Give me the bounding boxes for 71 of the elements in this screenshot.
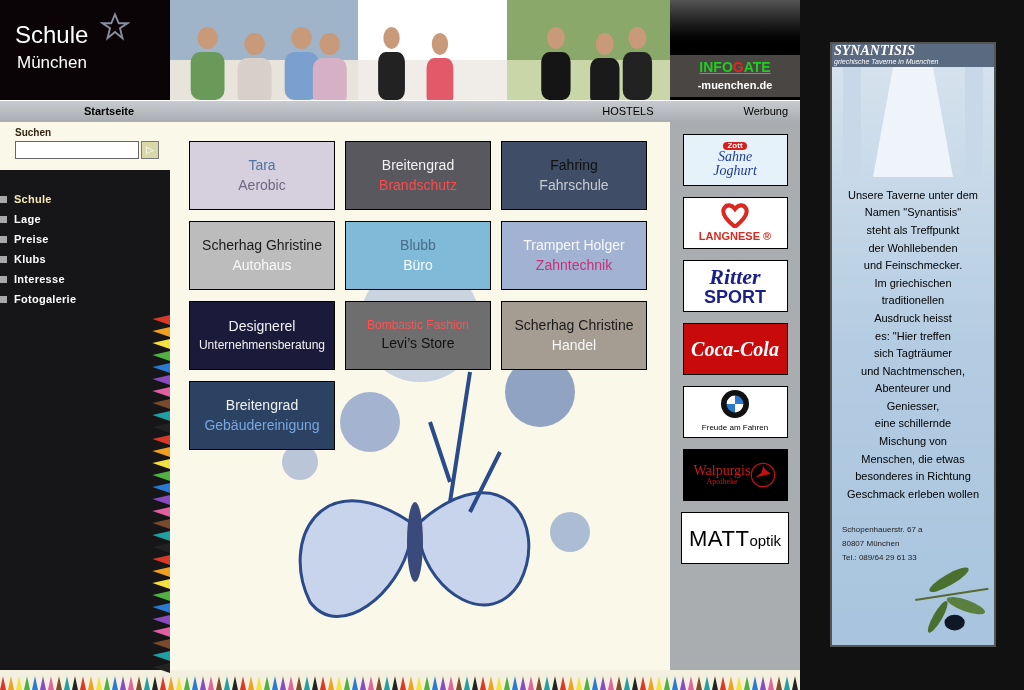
menu-item[interactable]: Interesse [0, 272, 65, 286]
nav-link[interactable]: Startseite [84, 103, 135, 120]
menu-item[interactable]: Schule [0, 192, 52, 206]
logo-text: LANGNESE ® [698, 228, 772, 244]
logo-text: Coca-Cola [691, 337, 779, 362]
tile-title: Bombastic Fashion [366, 318, 469, 334]
star-icon [100, 12, 130, 42]
tile-title: Designerel [228, 318, 296, 336]
heart-icon [718, 201, 752, 228]
infogate-domain: -muenchen.de [697, 77, 773, 93]
ad-banner[interactable]: Walpurgis Apotheke [682, 449, 788, 501]
menu-item[interactable]: Klubs [0, 252, 46, 266]
logo-text: Zott [723, 142, 747, 150]
ad-description: Unsere Taverne unter dem Namen "Synantisis" steht als Treffpunkt der Wohllebenden und Feinschmecker. Im griechischen traditionellen Ausdruck heisst es: "Hier treffen sich Tagträumer und Nachtmenschen, Abenteurer und Geniesser, eine schillernde Mischung von Menschen, die etwas besonderes in Richtung Geschmack erleben wollen [846, 187, 980, 502]
logo-subtitle: München [16, 52, 87, 74]
tile-title: Trampert Holger [523, 237, 625, 255]
nav-link[interactable]: HOSTELS [602, 103, 654, 120]
nav-link[interactable]: Werbung [743, 103, 788, 120]
logo-title: Schule [15, 20, 89, 50]
infogate-logo[interactable]: INFOGATE -muenchen.de [670, 55, 800, 97]
logo-text: MATT [688, 524, 750, 553]
tile-title: Blubb [400, 237, 436, 255]
ad-banner[interactable]: MATToptik [681, 512, 789, 564]
tile-subtitle: Aerobic [238, 176, 286, 194]
business-tile[interactable]: Designerel Unternehmensberatung [189, 301, 335, 370]
ad-banner[interactable]: Ritter SPORT [682, 260, 788, 312]
infogate-title: INFOGATE [699, 59, 771, 77]
tile-title: Tara [248, 157, 276, 175]
business-tile[interactable]: Breitengrad Gebäudereinigung [189, 381, 335, 450]
business-tile[interactable]: Fahring Fahrschule [501, 141, 647, 210]
tile-subtitle: Handel [551, 336, 597, 354]
tile-subtitle: Gebäudereinigung [204, 416, 320, 434]
tile-title: Scherhag Christine [514, 317, 634, 335]
tile-subtitle: Autohaus [232, 256, 292, 274]
business-tile[interactable]: Tara Aerobic [189, 141, 335, 210]
business-tile[interactable]: Scherhag Ghristine Autohaus [189, 221, 335, 290]
ad-banner[interactable]: Coca-Cola [682, 323, 788, 375]
menu-item[interactable]: Preise [0, 232, 49, 246]
menu-item[interactable]: Fotogalerie [0, 292, 77, 306]
ad-address: Schopenhauerstr. 67 a 80807 München Tel.: 089/64 29 61 33 [841, 524, 923, 565]
tile-title: Breitengrad [225, 397, 299, 415]
ad-banner[interactable]: Zott Sahne Joghurt [682, 134, 788, 186]
tile-title: Breitengrad [381, 157, 455, 175]
logo-text: Ritter [709, 266, 761, 288]
tile-subtitle: Brandschutz [379, 176, 457, 194]
logo-text: SPORT [704, 288, 766, 306]
search-field[interactable] [15, 141, 139, 159]
menu-item[interactable]: Lage [0, 212, 41, 226]
ad-banner[interactable]: LANGNESE ® [682, 197, 788, 249]
tile-subtitle: Büro [403, 256, 433, 274]
tile-subtitle: Zahntechnik [535, 256, 613, 274]
tile-subtitle: Fahrschule [539, 176, 609, 194]
logo-text: Sahne [717, 150, 753, 164]
ad-banner[interactable]: Freude am Fahren [682, 386, 788, 438]
search-label: Suchen [15, 126, 53, 140]
logo[interactable]: Schule München [0, 0, 170, 100]
business-tile[interactable]: Scherhag Christine Handel [501, 301, 647, 370]
tile-title: Fahring [550, 157, 598, 175]
logo-text: Apotheke [706, 478, 738, 486]
tile-subtitle: Unternehmensberatung [198, 337, 326, 353]
logo-text: Walpurgis [693, 464, 751, 478]
tile-title: Scherhag Ghristine [202, 237, 322, 255]
logo-text: optik [749, 530, 782, 551]
logo-text: Joghurt [713, 164, 757, 178]
logo-text: Freude am Fahren [701, 422, 769, 434]
restaurant-ad[interactable] [830, 42, 996, 647]
business-tile[interactable]: Breitengrad Brandschutz [345, 141, 491, 210]
tile-subtitle: Levi’s Store [381, 335, 455, 353]
business-tile[interactable]: Bombastic Fashion Levi’s Store [345, 301, 491, 370]
ad-title: SYNANTISIS [834, 44, 916, 58]
roundel-icon [721, 390, 749, 418]
